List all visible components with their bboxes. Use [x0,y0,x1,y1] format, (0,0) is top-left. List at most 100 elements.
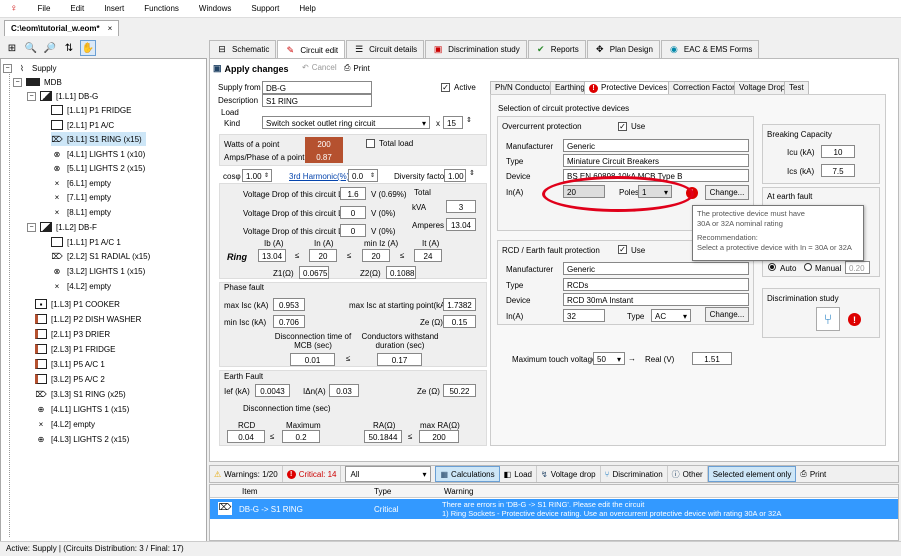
zoom-in-icon[interactable]: 🔍 [23,40,39,56]
active-checkbox[interactable]: ✓ [441,83,450,92]
tree-item[interactable]: ▪ [1.L3] P1 COOKER [35,297,120,311]
collapse-icon[interactable]: − [13,77,22,87]
collapse-icon[interactable]: − [3,63,12,73]
discrimination-button[interactable]: ⑂ Discrimination [601,466,668,482]
tree-item[interactable]: × [4.L2] empty [35,417,95,431]
tree-item-selected[interactable]: ⌦ [3.L1] S1 RING (x15) [51,132,146,146]
menu-file[interactable]: File [28,4,61,13]
touch-select[interactable]: 50 ▾ [593,352,625,365]
tree-item[interactable]: × [7.L1] empty [51,190,111,204]
harmonic-field[interactable]: 0.0 ⇕ [348,169,378,182]
change-button[interactable]: Change... [705,185,749,200]
tree-item-db-f[interactable]: − [1.L2] DB-F [27,220,97,234]
manual-radio[interactable] [804,263,812,271]
tree-item[interactable]: × [8.L1] empty [51,205,111,219]
tab-plan-design[interactable]: ✥ Plan Design [586,40,660,58]
rcd-type2-select[interactable]: AC ▾ [651,309,691,322]
subtab-correction-factors[interactable]: Correction Factors [668,81,744,94]
cancel-button[interactable]: ↶ Cancel [302,63,337,72]
error-icon[interactable]: ! [848,313,861,326]
column-header[interactable]: Item [242,487,258,496]
subtab-test[interactable]: Test [784,81,809,94]
subtab-protective-devices[interactable]: ! Protective Devices [584,81,673,94]
kind-select[interactable]: Switch socket outlet ring circuit ▾ [262,116,430,129]
diversity-field[interactable]: 1.00 [444,169,466,182]
spinner-icon[interactable]: ⇕ [469,169,475,177]
document-tab[interactable]: C:\eom\tutorial_w.eom* × [4,20,120,36]
selected-only-button[interactable]: Selected element only [707,466,797,482]
warnings-button[interactable]: ⚠ Warnings: 1/20 [210,466,283,482]
collapse-icon[interactable]: − [27,91,36,101]
zoom-out-icon[interactable]: 🔎 [42,40,58,56]
tree-item[interactable]: ⊗ [3.L2] LIGHTS 1 (x15) [51,264,146,278]
menu-windows[interactable]: Windows [189,4,241,13]
spinner-icon[interactable]: ⇕ [466,116,472,124]
menu-help[interactable]: Help [289,4,325,13]
tab-eac-ems[interactable]: ◉ EAC & EMS Forms [660,40,760,58]
menu-edit[interactable]: Edit [60,4,94,13]
tree-item[interactable]: [2.L3] P1 FRIDGE [35,342,115,356]
discrimination-chart-icon[interactable]: ⑂ [816,307,840,331]
tab-discrimination-study[interactable]: ▣ Discrimination study [425,40,527,58]
tree-item[interactable]: ⊕ [4.L3] LIGHTS 2 (x15) [35,432,130,446]
tooltip-line: Recommendation: [697,233,758,242]
tree-item[interactable]: [1.L2] P2 DISH WASHER [35,312,141,326]
apply-changes-button[interactable]: ▣ Apply changes [213,63,289,74]
oc-use-checkbox[interactable]: ✓ [618,122,627,131]
tree-item[interactable]: [3.L1] P5 A/C 1 [35,357,105,371]
table-row[interactable]: ⌦ DB-G -> S1 RING Critical There are err… [210,499,898,519]
amps-field[interactable]: 0.87 [305,150,343,163]
cosphi-field[interactable]: 1.00 ⇕ [242,169,272,182]
rcd-change-button[interactable]: Change... [705,307,749,322]
arrange-icon[interactable]: ⇅ [61,40,77,56]
column-header[interactable]: Type [374,487,391,496]
tree-item[interactable]: ⊗ [4.L1] LIGHTS 1 (x10) [51,147,146,161]
hand-icon[interactable]: ✋ [80,40,96,56]
total-load-checkbox[interactable] [366,139,375,148]
subtab-voltage-drop[interactable]: Voltage Drop [734,81,791,94]
tab-reports[interactable]: ✔ Reports [527,40,586,58]
tree-item[interactable]: × [4.L2] empty [51,279,111,293]
tree-item[interactable]: [2.L1] P3 DRIER [35,327,110,341]
tab-circuit-details[interactable]: ☰ Circuit details [346,40,425,58]
tree-item[interactable]: ⌦ [2.L2] S1 RADIAL (x15) [51,249,150,263]
menu-insert[interactable]: Insert [94,4,134,13]
tree-item[interactable]: ⊕ [4.L1] LIGHTS 1 (x15) [35,402,130,416]
collapse-icon[interactable]: − [27,222,36,232]
tree-item[interactable]: ⌦ [3.L3] S1 RING (x25) [35,387,125,401]
tree-item-supply[interactable]: − ⌇ Supply [3,61,56,75]
close-icon[interactable]: × [108,24,113,33]
watts-field[interactable]: 200 [305,137,343,150]
subtab-phn-conductor[interactable]: Ph/N Conductor [490,81,557,94]
calculations-button[interactable]: ▦ Calculations [435,466,500,482]
description-field[interactable]: S1 RING [262,94,372,107]
tree-item[interactable]: [3.L2] P5 A/C 2 [35,372,105,386]
tree-item[interactable]: [1.L1] P1 FRIDGE [51,103,131,117]
print-button[interactable]: ⎙ Print [344,63,370,73]
menu-support[interactable]: Support [241,4,289,13]
tree-item[interactable]: ⊗ [5.L1] LIGHTS 2 (x15) [51,161,146,175]
grid-header: Item Type Warning [210,485,898,498]
tree-item[interactable]: [1.L1] P1 A/C 1 [51,235,121,249]
supply-from-field[interactable]: DB-G [262,81,372,94]
other-button[interactable]: ⓘ Other [668,466,708,482]
tree-view-icon[interactable]: ⊞ [4,40,20,56]
harmonic-link[interactable]: 3rd Harmonic(%) [289,172,349,181]
tab-schematic[interactable]: ⊟ Schematic [209,40,277,58]
print-warnings-button[interactable]: ⎙ Print [796,466,830,482]
column-header[interactable]: Warning [444,487,474,496]
rcd-use-checkbox[interactable]: ✓ [618,245,627,254]
auto-radio[interactable] [768,263,776,271]
kind-count-field[interactable]: 15 [443,116,463,129]
load-button[interactable]: ◧ Load [500,466,537,482]
filter-select[interactable]: All ▾ [345,466,432,482]
tree-item-db-g[interactable]: − [1.L1] DB-G [27,89,98,103]
tree-item-mdb[interactable]: − MDB [13,75,62,89]
tree-item[interactable]: [2.L1] P1 A/C [51,118,114,132]
tab-circuit-edit[interactable]: ✎ Circuit edit [277,40,346,59]
critical-button[interactable]: ! Critical: 14 [283,466,342,482]
menu-functions[interactable]: Functions [134,4,189,13]
tree-item[interactable]: × [6.L1] empty [51,176,111,190]
voltage-drop-button[interactable]: ↯ Voltage drop [537,466,601,482]
app-icon[interactable]: ♀ [0,3,28,14]
